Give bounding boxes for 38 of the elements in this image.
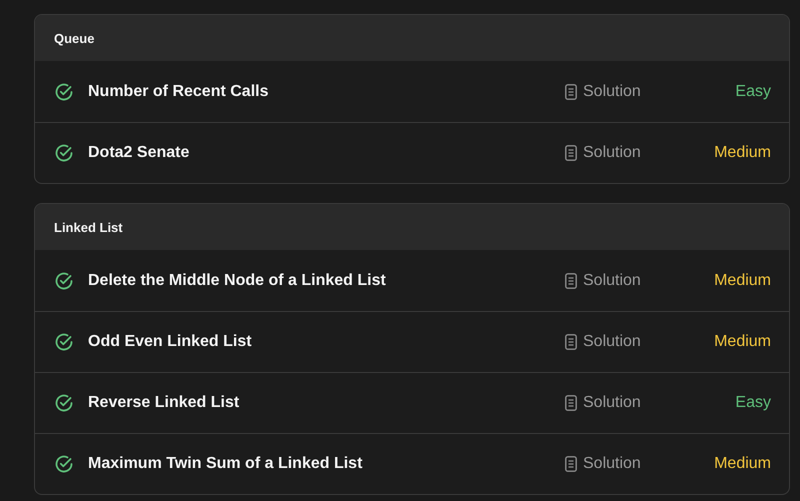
document-icon [565, 145, 577, 161]
problem-row[interactable]: Odd Even Linked List Solution Medium [35, 311, 789, 372]
document-icon [565, 272, 577, 288]
problem-title[interactable]: Reverse Linked List [88, 394, 551, 412]
problem-row[interactable]: Maximum Twin Sum of a Linked List Solution Medium [35, 433, 789, 494]
problem-row[interactable]: Delete the Middle Node of a Linked List Solution Medium [35, 250, 789, 311]
problem-row[interactable]: Reverse Linked List Solution Easy [35, 372, 789, 433]
problem-title[interactable]: Delete the Middle Node of a Linked List [88, 272, 551, 290]
difficulty-label: Medium [714, 144, 771, 162]
problem-title[interactable]: Odd Even Linked List [88, 333, 551, 351]
document-icon [565, 395, 577, 411]
problem-title[interactable]: Maximum Twin Sum of a Linked List [88, 455, 551, 473]
document-icon [565, 334, 577, 350]
problem-row[interactable]: Dota2 Senate Solution Medium [35, 122, 789, 183]
difficulty-label: Easy [735, 82, 771, 100]
solution-link[interactable]: Solution [565, 144, 677, 162]
check-circle-icon [54, 332, 74, 352]
check-circle-icon [54, 454, 74, 474]
section-title: Linked List [54, 220, 123, 234]
solution-link[interactable]: Solution [565, 272, 677, 290]
check-circle-icon [54, 270, 74, 290]
difficulty-label: Medium [714, 455, 771, 473]
solution-link[interactable]: Solution [565, 455, 677, 473]
solution-link[interactable]: Solution [565, 82, 677, 100]
check-circle-icon [54, 143, 74, 163]
problem-title[interactable]: Dota2 Senate [88, 144, 551, 162]
difficulty-label: Easy [735, 394, 771, 412]
difficulty-label: Medium [714, 333, 771, 351]
check-circle-icon [54, 82, 74, 102]
section-title: Queue [54, 30, 94, 46]
solution-link[interactable]: Solution [565, 394, 677, 412]
check-circle-icon [54, 393, 74, 413]
document-icon [565, 456, 577, 472]
difficulty-label: Medium [714, 272, 771, 290]
solution-link[interactable]: Solution [565, 333, 677, 351]
document-icon [565, 84, 577, 100]
problem-title[interactable]: Number of Recent Calls [88, 82, 551, 100]
problem-row[interactable]: Number of Recent Calls Solution Easy [35, 61, 789, 122]
